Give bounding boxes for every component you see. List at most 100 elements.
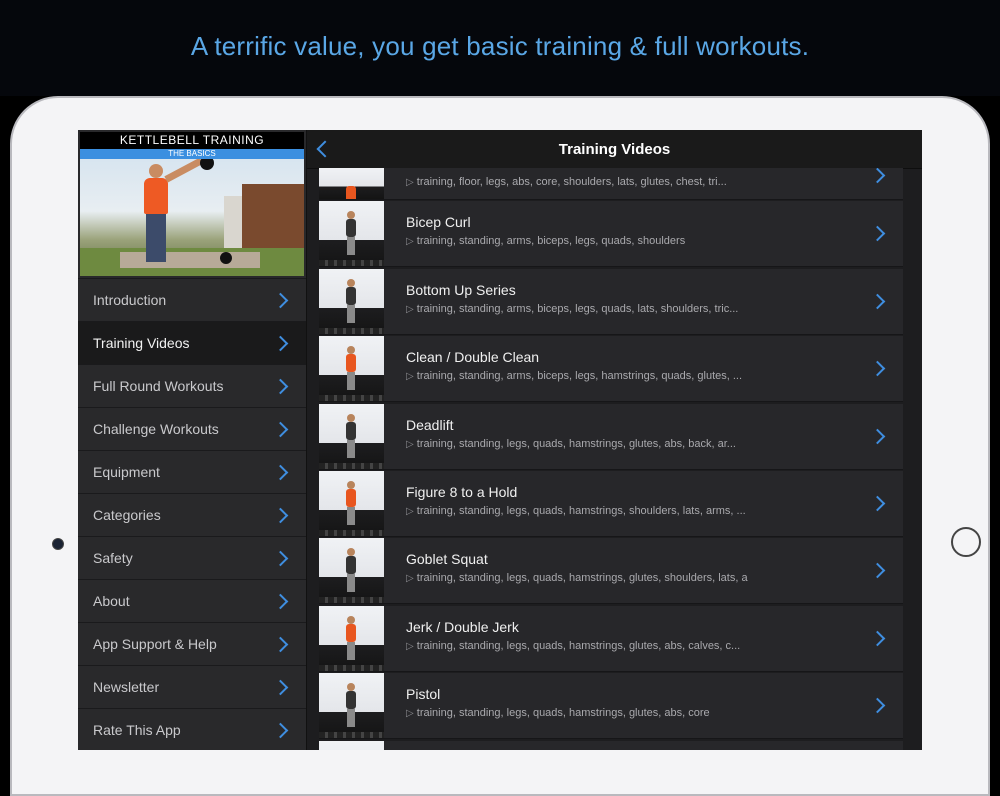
kettlebell-ground-icon [220,252,232,264]
video-title: Jerk / Double Jerk [406,618,519,635]
thumb-figure-legs [347,709,355,728]
camera-dot [52,538,64,550]
video-thumbnail [319,538,384,604]
video-title: Clean / Double Clean [406,349,540,366]
tag-icon: ▷ [406,438,414,450]
tag-icon: ▷ [406,303,414,315]
video-title: Pistol [406,686,441,703]
sidebar-item-safety[interactable]: Safety [78,536,306,579]
sidebar-item-newsletter[interactable]: Newsletter [78,665,306,708]
page-title: Training Videos [558,140,671,158]
sidebar-item-rate-this-app[interactable]: Rate This App [78,708,306,750]
video-row[interactable]: Jerk / Double Jerk ▷ training, standing,… [319,605,903,672]
video-thumbnail [319,403,384,469]
video-row[interactable] [319,740,903,750]
sidebar-item-label: Newsletter [93,679,160,695]
thumb-figure-body [346,421,356,440]
thumb-figure-body [346,623,356,642]
sidebar: KETTLEBELL TRAINING THE BASICS Introduct… [78,130,307,750]
video-thumbnail [319,268,384,334]
sidebar-item-about[interactable]: About [78,579,306,622]
thumb-figure [346,186,356,199]
chevron-right-icon [272,636,289,652]
sidebar-item-label: Rate This App [93,722,181,738]
video-row-text: Goblet Squat ▷ training, standing, legs,… [406,551,863,584]
video-title: Figure 8 to a Hold [406,483,518,500]
video-thumbnail [319,673,384,739]
thumb-figure-legs [347,439,355,458]
thumb-figure-legs [347,574,355,593]
chevron-right-icon [272,550,289,566]
video-title: Goblet Squat [406,551,488,568]
sidebar-item-label: Challenge Workouts [93,421,219,437]
thumb-figure-legs [347,237,355,256]
sidebar-item-label: Categories [93,507,161,523]
video-tags-text: training, standing, legs, quads, hamstri… [416,639,741,652]
sidebar-item-label: Safety [93,550,133,566]
thumb-figure-legs [347,641,355,660]
video-row[interactable]: Pistol ▷ training, standing, legs, quads… [319,673,903,740]
sidebar-menu: Introduction Training Videos Full Round … [78,278,306,750]
video-title: Deadlift [406,416,454,433]
thumb-floor [319,260,384,267]
sidebar-item-label: App Support & Help [93,636,217,652]
video-row[interactable]: Bottom Up Series ▷ training, standing, a… [319,268,903,335]
sidebar-item-full-round-workouts[interactable]: Full Round Workouts [78,364,306,407]
chevron-right-icon [869,293,886,310]
video-row[interactable]: Goblet Squat ▷ training, standing, legs,… [319,538,903,605]
sidebar-item-label: Training Videos [93,335,190,351]
video-tags-text: training, floor, legs, abs, core, should… [416,176,727,188]
video-row-text: Figure 8 to a Hold ▷ training, standing,… [406,484,863,517]
video-tags: ▷ training, standing, legs, quads, hamst… [406,707,863,719]
thumb-figure-body [346,691,356,710]
chevron-right-icon [272,292,289,308]
video-thumbnail [319,168,384,199]
video-tags-text: training, standing, legs, quads, hamstri… [416,572,748,585]
thumb-floor [319,597,384,604]
video-row-text: Deadlift ▷ training, standing, legs, qua… [406,417,863,450]
thumb-figure-head [347,548,355,557]
sidebar-item-introduction[interactable]: Introduction [78,278,306,321]
video-row[interactable]: Clean / Double Clean ▷ training, standin… [319,336,903,403]
thumb-figure-head [347,413,355,422]
chevron-right-icon [869,495,886,512]
thumb-figure-head [347,683,355,692]
chevron-right-icon [869,168,886,184]
sidebar-item-label: About [93,593,130,609]
sidebar-item-categories[interactable]: Categories [78,493,306,536]
back-chevron-icon[interactable] [316,140,334,158]
chevron-right-icon [869,697,886,714]
thumb-figure-legs [347,304,355,323]
main-panel: Training Videos ▷ training, floor, legs,… [307,130,922,750]
video-row[interactable]: ▷ training, floor, legs, abs, core, shou… [319,168,903,200]
video-row-text: Bicep Curl ▷ training, standing, arms, b… [406,214,863,247]
chevron-right-icon [869,428,886,444]
chevron-right-icon [869,563,886,579]
thumb-figure-body [346,219,356,238]
video-tags: ▷ training, standing, legs, quads, hamst… [406,438,863,450]
video-tags: ▷ training, standing, arms, biceps, legs… [406,303,863,315]
home-button[interactable] [951,527,981,557]
sidebar-item-challenge-workouts[interactable]: Challenge Workouts [78,407,306,450]
hero-title: KETTLEBELL TRAINING [80,132,304,149]
nav-bar: Training Videos [307,130,922,169]
video-row[interactable]: Deadlift ▷ training, standing, legs, qua… [319,403,903,470]
video-row[interactable]: Bicep Curl ▷ training, standing, arms, b… [319,201,903,268]
video-title: Bottom Up Series [406,281,516,298]
chevron-right-icon [272,679,289,695]
sidebar-item-equipment[interactable]: Equipment [78,450,306,493]
video-row[interactable]: Figure 8 to a Hold ▷ training, standing,… [319,470,903,537]
sidebar-item-label: Full Round Workouts [93,378,224,394]
chevron-right-icon [869,360,886,377]
thumb-floor [319,395,384,402]
sidebar-item-training-videos[interactable]: Training Videos [78,321,306,364]
hero-man-arm [164,157,203,183]
thumb-floor [319,327,384,334]
chevron-right-icon [272,421,289,437]
promo-headline: A terrific value, you get basic training… [0,0,1000,96]
sidebar-item-app-support[interactable]: App Support & Help [78,622,306,665]
video-tags-text: training, standing, arms, biceps, legs, … [416,302,739,315]
thumb-figure-head [347,346,355,355]
sidebar-item-label: Equipment [93,464,160,480]
thumb-figure-legs [347,506,355,525]
